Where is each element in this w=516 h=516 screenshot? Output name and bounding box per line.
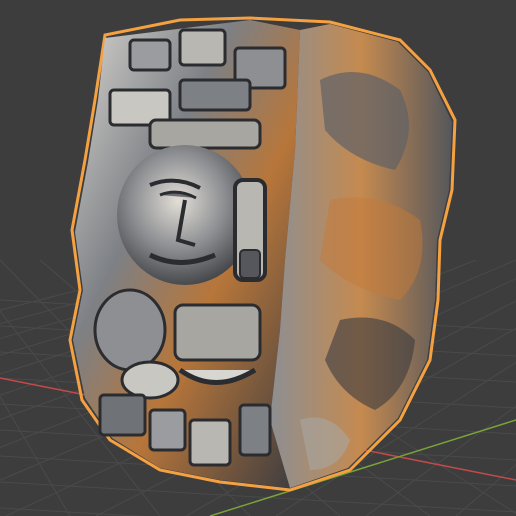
carved-stone-sculpture[interactable] xyxy=(68,16,457,492)
grid-line xyxy=(0,507,147,516)
3d-viewport[interactable] xyxy=(0,0,516,516)
viewport-canvas xyxy=(0,16,516,516)
